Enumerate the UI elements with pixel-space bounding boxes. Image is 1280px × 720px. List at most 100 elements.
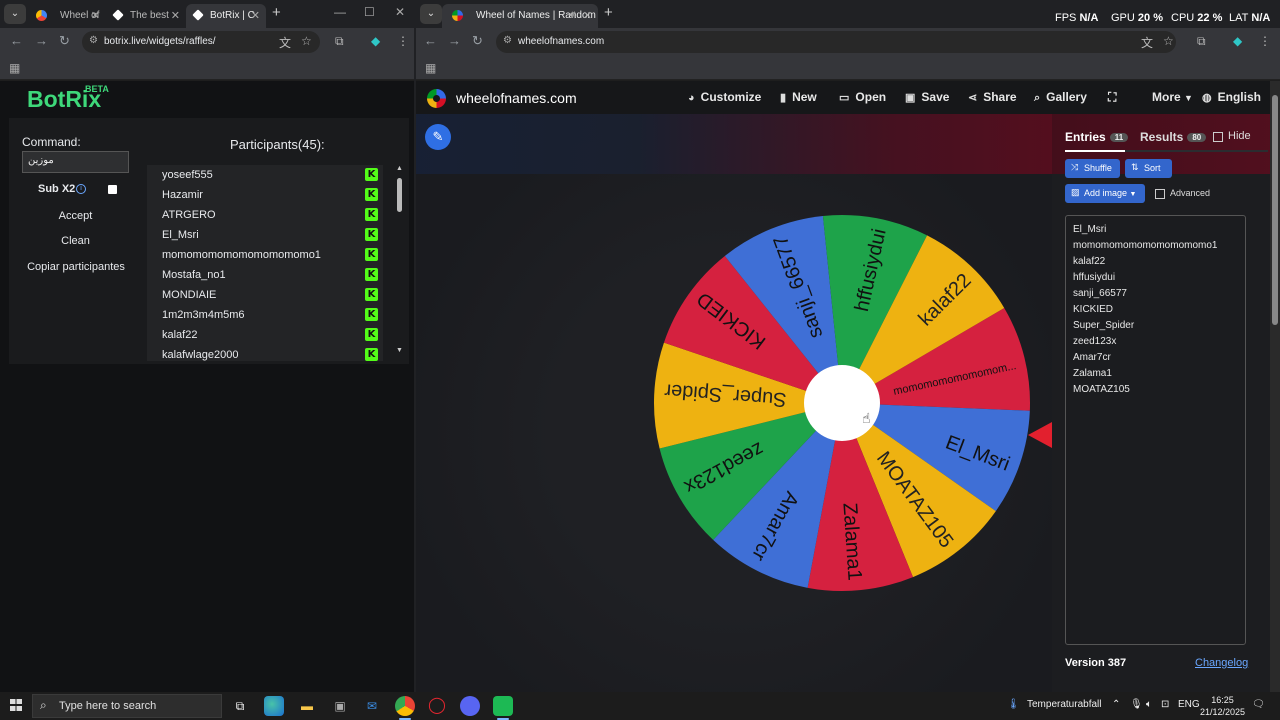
new-button[interactable]: ▮ New	[780, 90, 817, 104]
save-button[interactable]: ▣ Save	[905, 90, 949, 104]
page-scrollbar[interactable]	[1270, 81, 1280, 692]
back-icon[interactable]: ←	[10, 33, 23, 48]
close-window-icon[interactable]: ✕	[395, 5, 405, 19]
store-icon[interactable]: ▣	[330, 696, 350, 716]
participant-row[interactable]: kalaf22 K	[147, 325, 383, 345]
advanced-checkbox[interactable]	[1155, 189, 1165, 199]
participant-row[interactable]: momomomomomomomomomo1 K	[147, 245, 383, 265]
add-image-button[interactable]: ▨ Add image ▼	[1065, 184, 1145, 203]
volume-icon[interactable]: 🔈︎	[1146, 699, 1152, 710]
discord-icon[interactable]	[460, 696, 480, 716]
fullscreen-icon[interactable]: ⛶	[1108, 90, 1116, 105]
tab-botrix[interactable]: BotRix | C ✕	[186, 4, 266, 28]
new-tab-icon[interactable]: +	[272, 4, 281, 21]
tab-the-best[interactable]: The best ✕	[106, 4, 186, 28]
changelog-link[interactable]: Changelog	[1195, 657, 1248, 669]
open-button[interactable]: ▭ Open	[839, 90, 886, 104]
profile-icon[interactable]: ◆	[1233, 34, 1242, 48]
site-info-icon[interactable]: ⚙	[503, 35, 512, 46]
new-tab-icon[interactable]: +	[604, 4, 613, 21]
spin-wheel[interactable]: momomomomomomom...El_MsriMOATAZ105Zalama…	[416, 114, 1052, 692]
wheel-logo-icon[interactable]	[427, 89, 446, 108]
menu-icon[interactable]: ⋮	[1259, 34, 1271, 48]
participant-row[interactable]: yoseef555 K	[147, 165, 383, 185]
close-icon[interactable]: ✕	[583, 9, 592, 22]
site-info-icon[interactable]: ⚙	[89, 35, 98, 46]
participant-row[interactable]: Mostafa_no1 K	[147, 265, 383, 285]
star-icon[interactable]: ☆	[1163, 34, 1174, 48]
scroll-up-icon[interactable]: ▲	[396, 165, 403, 172]
forward-icon[interactable]: →	[35, 33, 48, 48]
gallery-button[interactable]: ⌕ Gallery	[1034, 90, 1087, 105]
participant-row[interactable]: 1m2m3m4m5m6 K	[147, 305, 383, 325]
close-icon[interactable]: ✕	[91, 9, 100, 22]
hide-checkbox[interactable]	[1213, 132, 1223, 142]
windows-start-icon[interactable]	[10, 699, 22, 711]
participant-row[interactable]: ATRGERO K	[147, 205, 383, 225]
translate-icon[interactable]: 文	[279, 34, 291, 51]
scroll-thumb[interactable]	[1272, 95, 1278, 325]
clean-button[interactable]: Clean	[22, 231, 129, 251]
close-icon[interactable]: ✕	[171, 9, 180, 22]
tab-wheel-of-names[interactable]: Wheel of Names | Random 🔊︎ ✕	[442, 4, 598, 28]
close-icon[interactable]: ✕	[251, 9, 260, 22]
apps-grid-icon[interactable]: ▦	[425, 61, 436, 75]
extensions-icon[interactable]: ⧉	[1197, 34, 1206, 49]
apps-grid-icon[interactable]: ▦	[9, 61, 20, 75]
participant-row[interactable]: Hazamir K	[147, 185, 383, 205]
site-title[interactable]: wheelofnames.com	[456, 90, 577, 106]
weather-text[interactable]: Temperaturabfall	[1027, 699, 1101, 710]
notifications-icon[interactable]: 🗨︎	[1252, 699, 1265, 710]
speaker-icon[interactable]: 🔊︎	[569, 9, 576, 22]
more-button[interactable]: More ▼	[1152, 90, 1193, 104]
task-view-icon[interactable]: ⧉	[230, 696, 250, 716]
customize-button[interactable]: ◕ Customize	[688, 90, 761, 104]
sub-x2-checkbox[interactable]	[108, 185, 117, 194]
menu-icon[interactable]: ⋮	[397, 34, 409, 48]
language-indicator[interactable]: ENG	[1178, 699, 1200, 710]
tab-wheel[interactable]: Wheel of ✕	[26, 4, 106, 28]
network-icon[interactable]: ⊡	[1161, 699, 1169, 710]
participant-row[interactable]: MONDIAIE K	[147, 285, 383, 305]
language-button[interactable]: ◍ English	[1202, 90, 1261, 104]
sort-button[interactable]: ⇅ Sort	[1125, 159, 1172, 178]
wheel-center-hub[interactable]	[804, 365, 880, 441]
chrome-icon[interactable]	[395, 696, 415, 720]
participant-row[interactable]: El_Msri K	[147, 225, 383, 245]
file-explorer-icon[interactable]: ▬	[297, 696, 317, 716]
tab-search-button[interactable]: ⌄	[4, 4, 26, 24]
scroll-thumb[interactable]	[397, 178, 402, 212]
taskbar-search-box[interactable]: ⌕ Type here to search	[32, 694, 222, 718]
share-button[interactable]: ⋖ Share	[968, 90, 1017, 104]
participants-list[interactable]: yoseef555 K Hazamir K ATRGERO K El_Msri Kmomomo…	[147, 165, 383, 361]
command-input[interactable]: موزين	[22, 151, 129, 173]
tab-search-button[interactable]: ⌄	[420, 4, 442, 24]
extensions-icon[interactable]: ⧉	[335, 34, 344, 49]
opera-icon[interactable]: ◯	[427, 696, 447, 716]
kick-app-icon[interactable]	[493, 696, 513, 720]
tab-entries[interactable]: Entries 11	[1065, 130, 1129, 144]
participants-scrollbar[interactable]: ▲ ▼	[395, 165, 405, 361]
info-icon[interactable]: i	[76, 184, 86, 194]
accept-button[interactable]: Accept	[22, 206, 129, 226]
shuffle-button[interactable]: ⤨ Shuffle	[1065, 159, 1120, 178]
back-icon[interactable]: ←	[424, 33, 437, 48]
forward-icon[interactable]: →	[448, 33, 461, 48]
copy-participants-button[interactable]: Copiar participantes	[20, 257, 132, 277]
reload-icon[interactable]: ↻	[59, 33, 70, 49]
mail-icon[interactable]: ✉	[362, 696, 382, 716]
tab-results[interactable]: Results 80	[1140, 130, 1207, 144]
clock[interactable]: 16:25 21/12/2025	[1200, 694, 1245, 718]
reload-icon[interactable]: ↻	[472, 33, 483, 49]
minimize-icon[interactable]: —	[334, 5, 346, 19]
microphone-icon[interactable]: 🎙︎	[1130, 699, 1143, 710]
translate-icon[interactable]: 文	[1141, 34, 1153, 51]
participant-row[interactable]: kalafwlage2000 K	[147, 345, 383, 361]
entries-textarea[interactable]: El_Msri momomomomomomomomomo1 kalaf22 hffus…	[1065, 215, 1246, 645]
star-icon[interactable]: ☆	[301, 34, 312, 48]
scroll-down-icon[interactable]: ▼	[396, 347, 403, 354]
maximize-icon[interactable]: ☐	[364, 5, 375, 19]
tray-chevron-icon[interactable]: ⌃	[1112, 699, 1120, 710]
address-bar[interactable]: ⚙ wheelofnames.com	[496, 31, 1176, 53]
profile-icon[interactable]: ◆	[371, 34, 380, 48]
